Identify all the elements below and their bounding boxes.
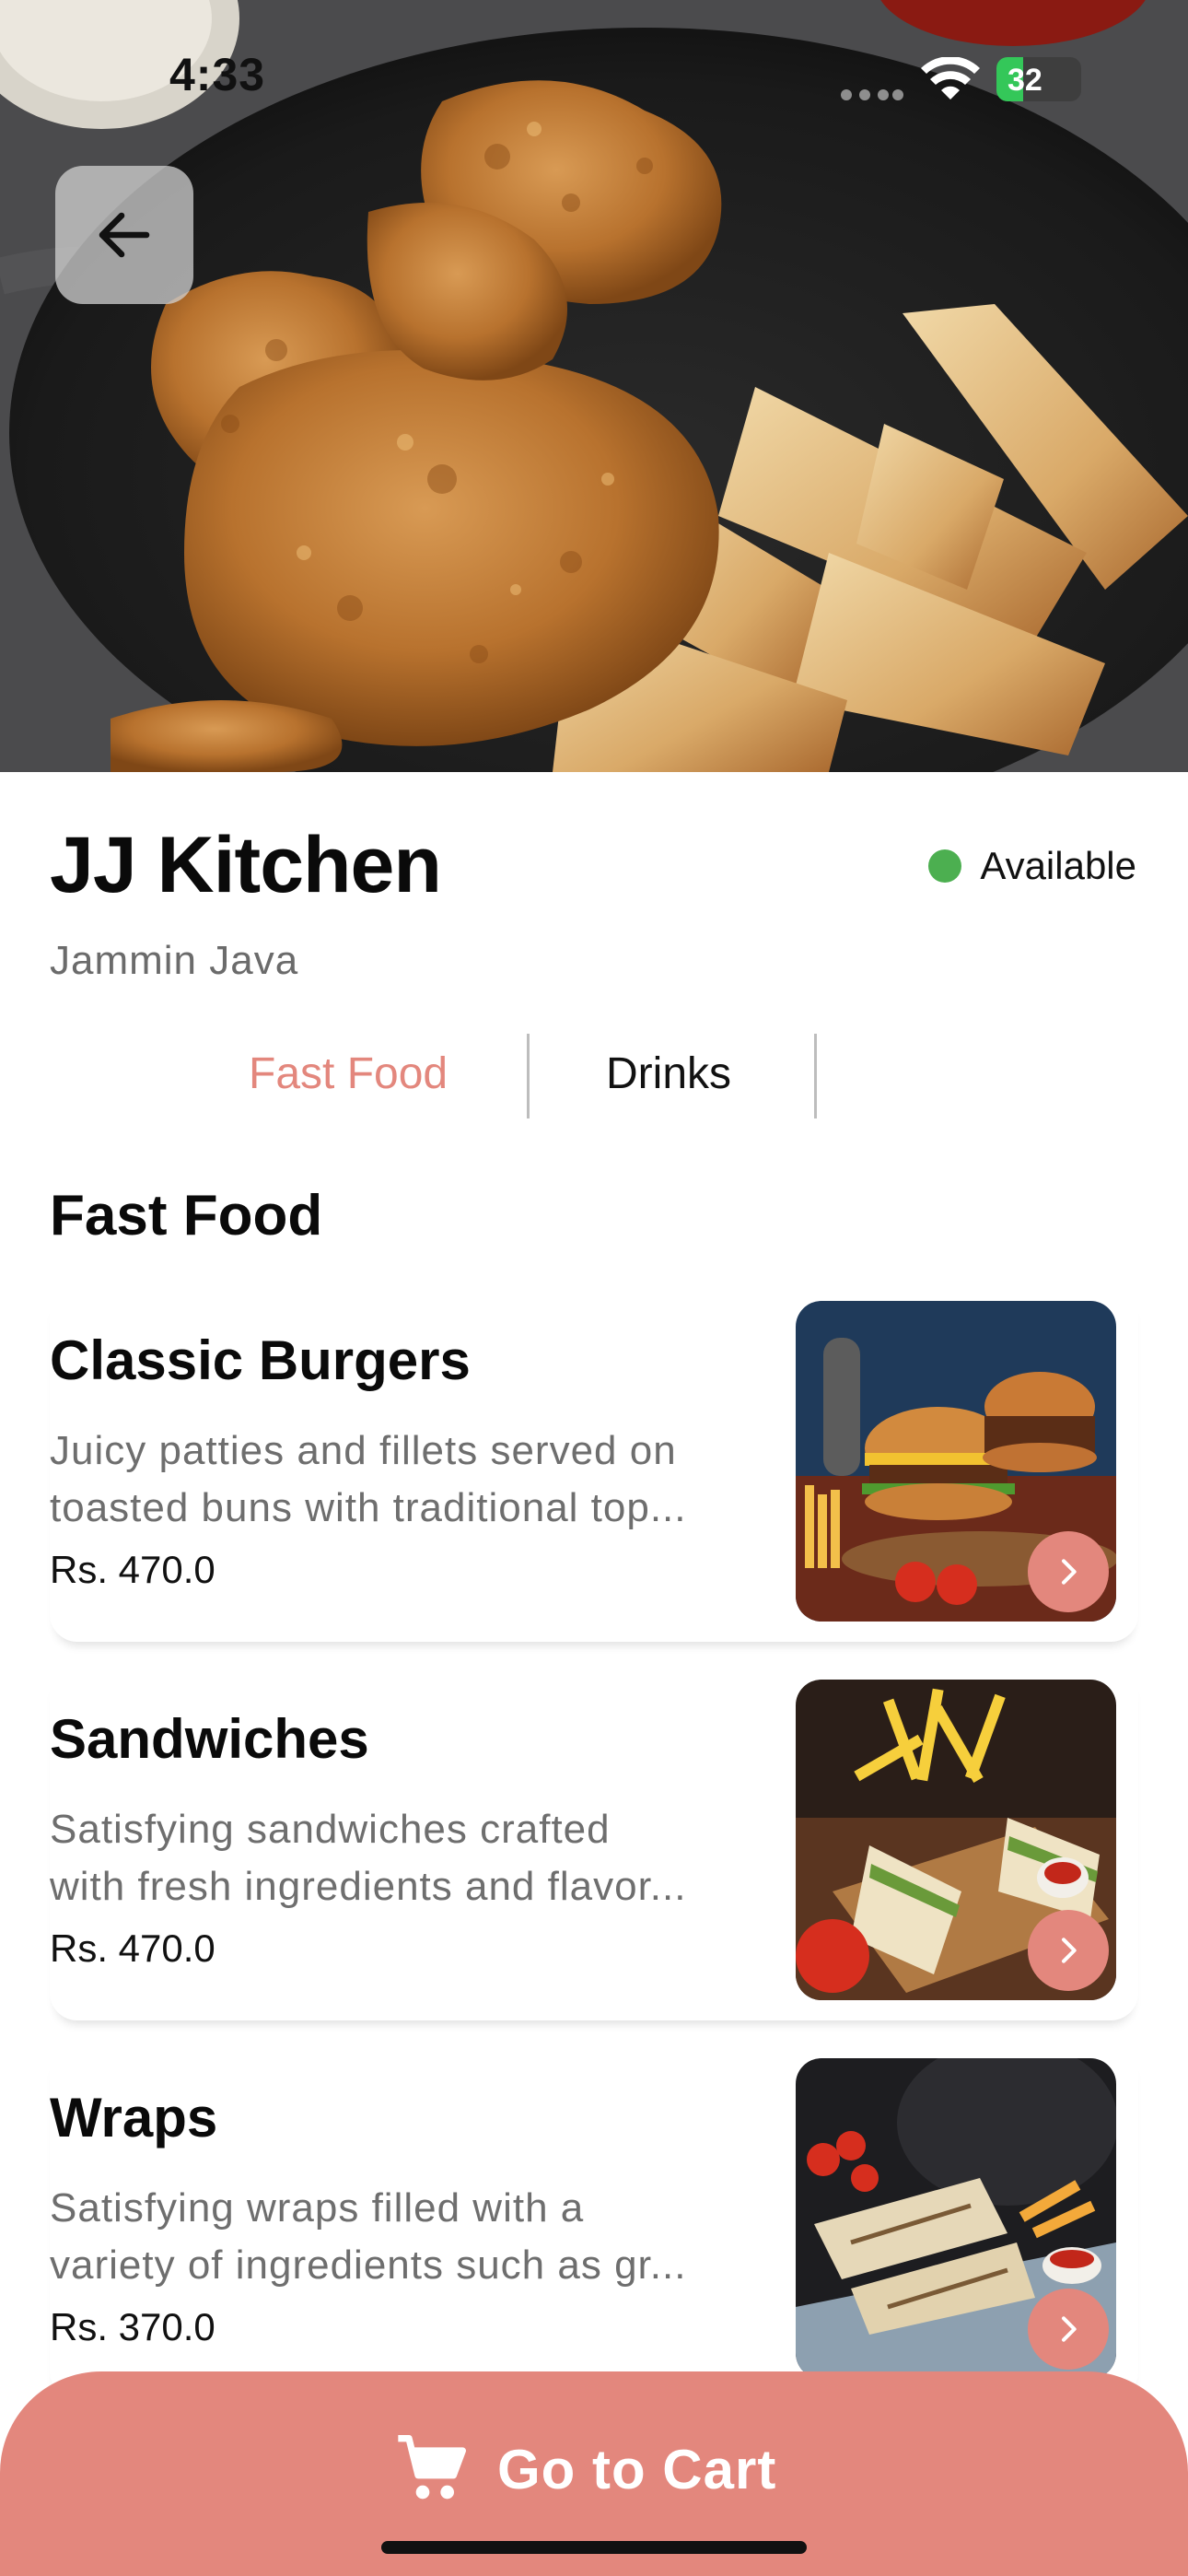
availability-text: Available bbox=[980, 844, 1136, 887]
arrow-left-icon bbox=[99, 212, 150, 258]
menu-item-description: Satisfying wraps filled with a variety o… bbox=[50, 2185, 687, 2288]
status-bar: 4:33 32 bbox=[0, 0, 1188, 157]
menu-item-price: Rs. 470.0 bbox=[50, 1926, 215, 1970]
restaurant-name: JJ Kitchen bbox=[50, 821, 442, 909]
tab-fast-food[interactable]: Fast Food bbox=[249, 1048, 448, 1099]
availability-status: Available bbox=[928, 844, 1136, 888]
menu-item-name: Sandwiches bbox=[50, 1708, 369, 1770]
go-to-cart-label: Go to Cart bbox=[497, 2438, 777, 2500]
back-button[interactable] bbox=[55, 166, 193, 304]
wifi-icon bbox=[921, 57, 980, 100]
open-item-button[interactable] bbox=[1028, 1531, 1109, 1612]
tab-divider bbox=[527, 1034, 530, 1118]
tab-divider bbox=[814, 1034, 817, 1118]
category-tabs: Fast Food Drinks bbox=[0, 1034, 1188, 1118]
menu-item-price: Rs. 370.0 bbox=[50, 2305, 215, 2348]
chevron-right-icon bbox=[1062, 1938, 1077, 1963]
menu-item-description: Satisfying sandwiches crafted with fresh… bbox=[50, 1807, 687, 1909]
menu-item-price: Rs. 470.0 bbox=[50, 1548, 215, 1591]
menu-item-description: Juicy patties and fillets served on toas… bbox=[50, 1428, 687, 1530]
tab-drinks[interactable]: Drinks bbox=[606, 1048, 731, 1099]
signal-dots-icon bbox=[841, 89, 903, 100]
go-to-cart-button[interactable]: Go to Cart bbox=[394, 2432, 776, 2506]
menu-item-name: Classic Burgers bbox=[50, 1329, 471, 1391]
open-item-button[interactable] bbox=[1028, 2289, 1109, 2370]
open-item-button[interactable] bbox=[1028, 1910, 1109, 1991]
section-title: Fast Food bbox=[50, 1184, 323, 1247]
menu-item-name: Wraps bbox=[50, 2087, 218, 2149]
chevron-right-icon bbox=[1062, 2316, 1077, 2342]
home-indicator[interactable] bbox=[381, 2541, 807, 2554]
menu-item-card[interactable]: Classic Burgers Juicy patties and fillet… bbox=[50, 1301, 1138, 1642]
status-dot-icon bbox=[928, 849, 962, 883]
chevron-right-icon bbox=[1062, 1559, 1077, 1585]
status-time: 4:33 bbox=[169, 49, 266, 100]
menu-item-card[interactable]: Sandwiches Satisfying sandwiches crafted… bbox=[50, 1680, 1138, 2020]
menu-item-card[interactable]: Wraps Satisfying wraps filled with a var… bbox=[50, 2058, 1138, 2399]
cart-icon bbox=[398, 2435, 467, 2500]
restaurant-subtitle: Jammin Java bbox=[50, 938, 299, 983]
battery-level: 32 bbox=[1007, 63, 1042, 98]
battery-charging-icon: 32 bbox=[996, 57, 1081, 101]
